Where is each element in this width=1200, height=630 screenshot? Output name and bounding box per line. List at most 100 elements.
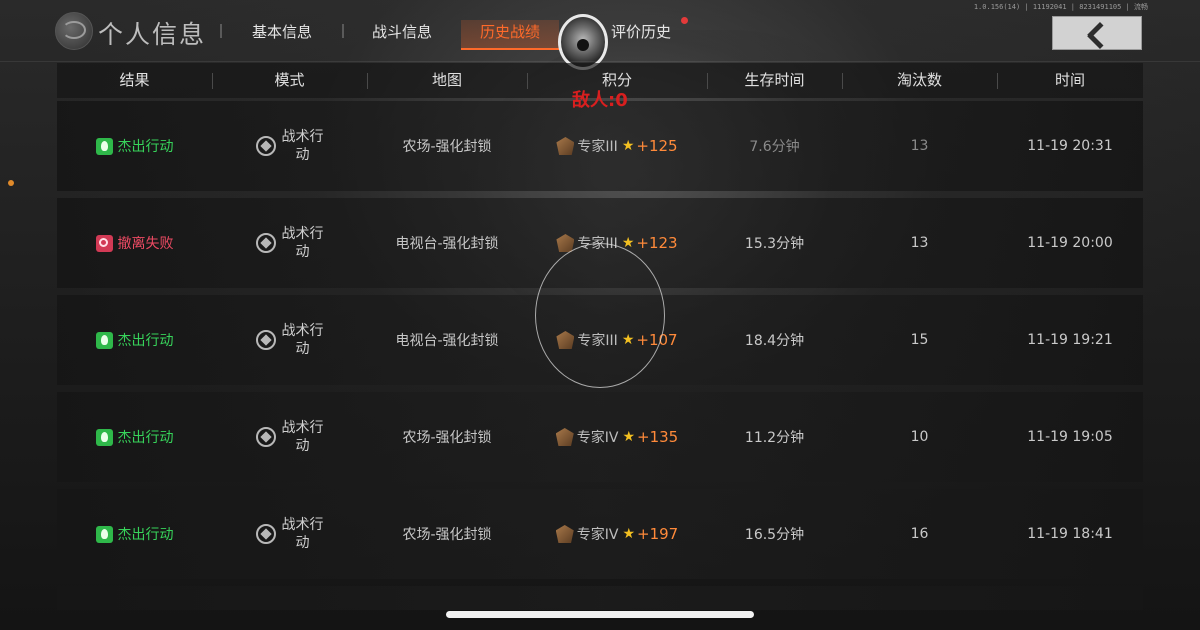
survival-text: 7.6分钟: [749, 139, 800, 155]
eliminations-text: 10: [910, 429, 929, 445]
eliminations-cell: 10: [842, 392, 997, 482]
table-row[interactable]: 杰出行动 战术行动 农场-强化封锁 专家III ★ +125 7.6分钟 13 …: [57, 101, 1143, 191]
map-cell: 电视台-强化封锁: [367, 295, 527, 385]
survival-cell: 15.3分钟: [707, 198, 842, 288]
time-text: 11-19 18:41: [1027, 526, 1113, 542]
table-row[interactable]: 杰出行动 战术行动 农场-强化封锁 专家IV ★ +197 16.5分钟 16 …: [57, 489, 1143, 579]
eliminations-text: 16: [910, 526, 929, 542]
tactical-mode-icon: [255, 524, 276, 544]
eliminations-cell: 15: [842, 295, 997, 385]
eliminations-cell: 13: [842, 101, 997, 191]
red-dot-badge: [681, 17, 688, 24]
tactical-mode-icon: [255, 136, 276, 156]
time-cell: 11-19 19:21: [997, 295, 1143, 385]
survival-text: 11.2分钟: [744, 430, 805, 446]
survival-text: 15.3分钟: [744, 236, 805, 252]
tactical-mode-icon: [255, 427, 276, 447]
table-row-partial: [57, 586, 1143, 610]
time-cell: 11-19 20:31: [997, 101, 1143, 191]
star-icon: ★: [622, 429, 636, 445]
eliminations-text: 13: [910, 235, 929, 251]
score-text: +107: [636, 331, 678, 349]
score-text: +125: [636, 137, 678, 155]
time-text: 11-19 20:00: [1027, 235, 1113, 251]
tactical-mode-icon: [255, 233, 276, 253]
mode-text: 战术行动: [281, 517, 324, 551]
tab-rating-history[interactable]: 评价历史: [606, 20, 676, 48]
map-cell: 农场-强化封锁: [367, 392, 527, 482]
map-text: 电视台-强化封锁: [395, 333, 499, 349]
rank-badge-icon: [556, 234, 575, 252]
eliminations-text: 13: [910, 138, 929, 154]
result-text: 撤离失败: [117, 236, 174, 252]
star-icon: ★: [621, 235, 635, 251]
score-text: +135: [637, 428, 679, 446]
tab-divider: [342, 24, 344, 38]
fail-icon: [95, 234, 113, 252]
result-text: 杰出行动: [117, 430, 174, 446]
rank-text: 专家III: [577, 139, 618, 155]
map-cell: 电视台-强化封锁: [367, 198, 527, 288]
eliminations-cell: 13: [842, 198, 997, 288]
tactical-mode-icon: [255, 330, 276, 350]
header-divider: [0, 61, 1200, 62]
rank-badge-icon: [555, 428, 574, 446]
time-cell: 11-19 20:00: [997, 198, 1143, 288]
eliminations-text: 15: [910, 332, 929, 348]
survival-text: 16.5分钟: [744, 527, 805, 543]
star-icon: ★: [622, 526, 636, 542]
mode-text: 战术行动: [281, 129, 324, 163]
map-cell: 农场-强化封锁: [367, 101, 527, 191]
star-icon: ★: [621, 138, 635, 154]
table-row[interactable]: 杰出行动 战术行动 农场-强化封锁 专家IV ★ +135 11.2分钟 10 …: [57, 392, 1143, 482]
score-text: +197: [637, 525, 679, 543]
score-cell: 专家IV ★ +197: [527, 489, 707, 579]
star-icon: ★: [621, 332, 635, 348]
flame-icon: [95, 525, 113, 543]
survival-cell: 7.6分钟: [707, 101, 842, 191]
map-text: 农场-强化封锁: [402, 139, 492, 155]
time-text: 11-19 20:31: [1027, 138, 1113, 154]
tab-battle-info[interactable]: 战斗信息: [364, 20, 440, 48]
column-result: 结果: [119, 71, 150, 89]
mode-text: 战术行动: [281, 226, 324, 260]
table-row[interactable]: 杰出行动 战术行动 电视台-强化封锁 专家III ★ +107 18.4分钟 1…: [57, 295, 1143, 385]
tab-match-history[interactable]: 历史战绩: [461, 20, 559, 50]
header: 个人信息 基本信息 战斗信息 历史战绩 评价历史: [0, 0, 1200, 70]
rank-text: 专家IV: [576, 430, 619, 446]
mode-cell: 战术行动: [212, 489, 367, 579]
result-cell: 杰出行动: [57, 489, 212, 579]
score-text: +123: [636, 234, 678, 252]
map-cell: 农场-强化封锁: [367, 489, 527, 579]
rank-badge-icon: [556, 331, 575, 349]
rank-badge-icon: [555, 525, 574, 543]
time-text: 11-19 19:05: [1027, 429, 1113, 445]
globe-icon: [55, 12, 93, 50]
rank-text: 专家III: [577, 236, 618, 252]
flame-icon: [95, 137, 113, 155]
tab-divider: [220, 24, 222, 38]
result-cell: 杰出行动: [57, 295, 212, 385]
time-text: 11-19 19:21: [1027, 332, 1113, 348]
back-button[interactable]: [1052, 16, 1142, 50]
column-eliminations: 淘汰数: [896, 71, 942, 89]
score-cell: 专家III ★ +123: [527, 198, 707, 288]
rank-badge-icon: [556, 137, 575, 155]
survival-cell: 11.2分钟: [707, 392, 842, 482]
score-cell: 专家III ★ +107: [527, 295, 707, 385]
home-indicator[interactable]: [446, 611, 754, 618]
table-row[interactable]: 撤离失败 战术行动 电视台-强化封锁 专家III ★ +123 15.3分钟 1…: [57, 198, 1143, 288]
rank-text: 专家IV: [576, 527, 619, 543]
flame-icon: [95, 331, 113, 349]
page-title: 个人信息: [98, 20, 207, 49]
column-mode: 模式: [274, 71, 305, 89]
result-cell: 杰出行动: [57, 392, 212, 482]
survival-cell: 16.5分钟: [707, 489, 842, 579]
map-text: 农场-强化封锁: [402, 430, 492, 446]
score-cell: 专家IV ★ +135: [527, 392, 707, 482]
time-cell: 11-19 19:05: [997, 392, 1143, 482]
tab-basic-info[interactable]: 基本信息: [244, 20, 320, 48]
time-cell: 11-19 18:41: [997, 489, 1143, 579]
result-text: 杰出行动: [117, 139, 174, 155]
survival-cell: 18.4分钟: [707, 295, 842, 385]
